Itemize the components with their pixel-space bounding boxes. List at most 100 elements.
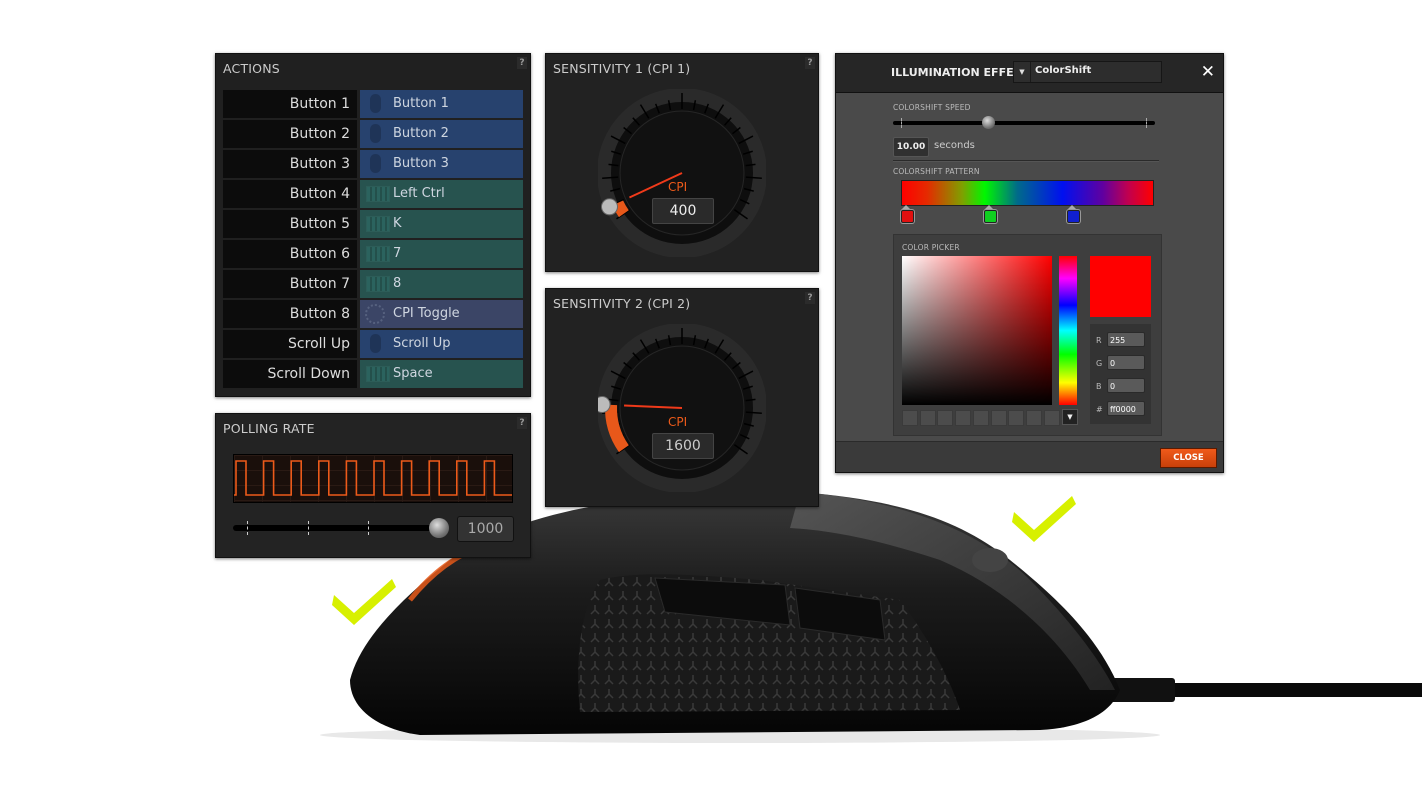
cpi-2-value[interactable]: 1600 [652,433,714,459]
button-name: Button 3 [223,150,357,178]
button-name: Button 6 [223,240,357,268]
color-preview [1090,256,1151,317]
button-name: Button 4 [223,180,357,208]
keyboard-icon [366,366,390,382]
color-swatch[interactable] [1025,410,1042,426]
waveform-graph [234,460,512,496]
hex-input[interactable]: ff0000 [1107,401,1145,416]
dial-tick [745,176,762,179]
help-icon[interactable]: ? [805,57,815,69]
action-assignment[interactable]: Scroll Up [360,330,523,358]
color-picker-label: COLOR PICKER [902,243,960,252]
color-swatch[interactable] [919,410,936,426]
b-input[interactable]: 0 [1107,378,1145,393]
checkmark-icon [1012,496,1076,542]
colorshift-speed-slider-track[interactable] [893,121,1155,125]
slider-tick [901,118,902,128]
action-assignment[interactable]: 8 [360,270,523,298]
help-icon[interactable]: ? [517,57,527,69]
slider-tick [308,521,310,535]
close-button[interactable]: CLOSE [1160,448,1217,468]
action-assignment[interactable]: CPI Toggle [360,300,523,328]
sensitivity-1-panel: SENSITIVITY 1 (CPI 1) ? CPI 400 [545,53,819,272]
color-swatch[interactable] [955,410,972,426]
sensitivity-1-title: SENSITIVITY 1 (CPI 1) [553,61,691,76]
illumination-panel: ILLUMINATION EFFECT ▼ ColorShift ✕ COLOR… [835,53,1224,473]
action-assignment[interactable]: Button 3 [360,150,523,178]
slider-tick [247,521,249,535]
mouse-icon [370,154,381,173]
hue-slider[interactable] [1059,256,1077,405]
slider-tick [1146,118,1147,128]
mouse-icon [370,124,381,143]
action-label: Scroll Up [393,336,451,351]
color-stop[interactable] [901,210,914,223]
close-icon[interactable]: ✕ [1201,63,1215,81]
action-label: 7 [393,246,402,261]
cpi-1-value[interactable]: 400 [652,198,714,224]
action-assignment[interactable]: Left Ctrl [360,180,523,208]
color-swatch[interactable] [902,410,918,426]
action-row: Scroll Down Space [223,360,523,388]
colorshift-speed-slider-handle[interactable] [982,116,996,129]
cpi-2-dial[interactable] [598,324,766,492]
button-name: Button 8 [223,300,357,328]
action-label: Space [393,366,433,381]
color-stop[interactable] [1066,210,1080,223]
cpi-1-dial[interactable] [598,89,766,257]
button-name: Button 7 [223,270,357,298]
polling-waveform [233,454,513,503]
keyboard-icon [366,186,390,202]
button-name: Button 2 [223,120,357,148]
action-row: Button 8 CPI Toggle [223,300,523,328]
checkmark-icon [332,579,396,625]
waveform-line [234,460,512,496]
dial-handle[interactable] [598,396,611,414]
hex-label: # [1096,405,1103,414]
action-assignment[interactable]: 7 [360,240,523,268]
keyboard-icon [366,276,390,292]
action-label: CPI Toggle [393,306,460,321]
color-swatch[interactable] [990,410,1007,426]
color-swatch[interactable] [937,410,954,426]
help-icon[interactable]: ? [517,417,527,429]
illumination-effect-dropdown[interactable]: ▼ ColorShift [1013,61,1162,83]
action-label: 8 [393,276,402,291]
action-label: Left Ctrl [393,186,445,201]
polling-rate-slider-track[interactable] [233,525,441,531]
action-label: Button 1 [393,96,449,111]
button-name: Button 5 [223,210,357,238]
action-row: Scroll Up Scroll Up [223,330,523,358]
g-input[interactable]: 0 [1107,355,1145,370]
action-row: Button 7 8 [223,270,523,298]
polling-rate-panel: POLLING RATE ? 1000 [215,413,531,558]
action-assignment[interactable]: Space [360,360,523,388]
action-label: Button 2 [393,126,449,141]
chevron-down-icon[interactable]: ▼ [1062,409,1078,425]
color-picker: COLOR PICKER ▼ R 255 G 0 B 0 # ff0000 [893,234,1162,436]
help-icon[interactable]: ? [805,292,815,304]
action-row: Button 5 K [223,210,523,238]
keyboard-icon [366,246,390,262]
action-assignment[interactable]: Button 2 [360,120,523,148]
actions-title: ACTIONS [223,61,280,76]
dial-tick [745,411,762,414]
colorshift-speed-input[interactable]: 10.00 [893,137,929,157]
r-input[interactable]: 255 [1107,332,1145,347]
color-swatch[interactable] [1008,410,1025,426]
dial-handle[interactable] [600,198,618,216]
polling-rate-value[interactable]: 1000 [457,516,514,542]
saturation-value-field[interactable] [902,256,1052,405]
dial-icon [365,304,385,324]
dial-fill-arc [612,200,629,218]
color-swatch[interactable] [1043,410,1060,426]
color-stop[interactable] [983,210,997,223]
button-name: Scroll Up [223,330,357,358]
action-assignment[interactable]: K [360,210,523,238]
color-swatch[interactable] [972,410,989,426]
polling-rate-slider-handle[interactable] [429,518,449,538]
polling-rate-title: POLLING RATE [223,421,315,436]
action-assignment[interactable]: Button 1 [360,90,523,118]
rgb-inputs: R 255 G 0 B 0 # ff0000 [1090,324,1151,424]
colorshift-gradient-bar[interactable] [901,180,1154,206]
